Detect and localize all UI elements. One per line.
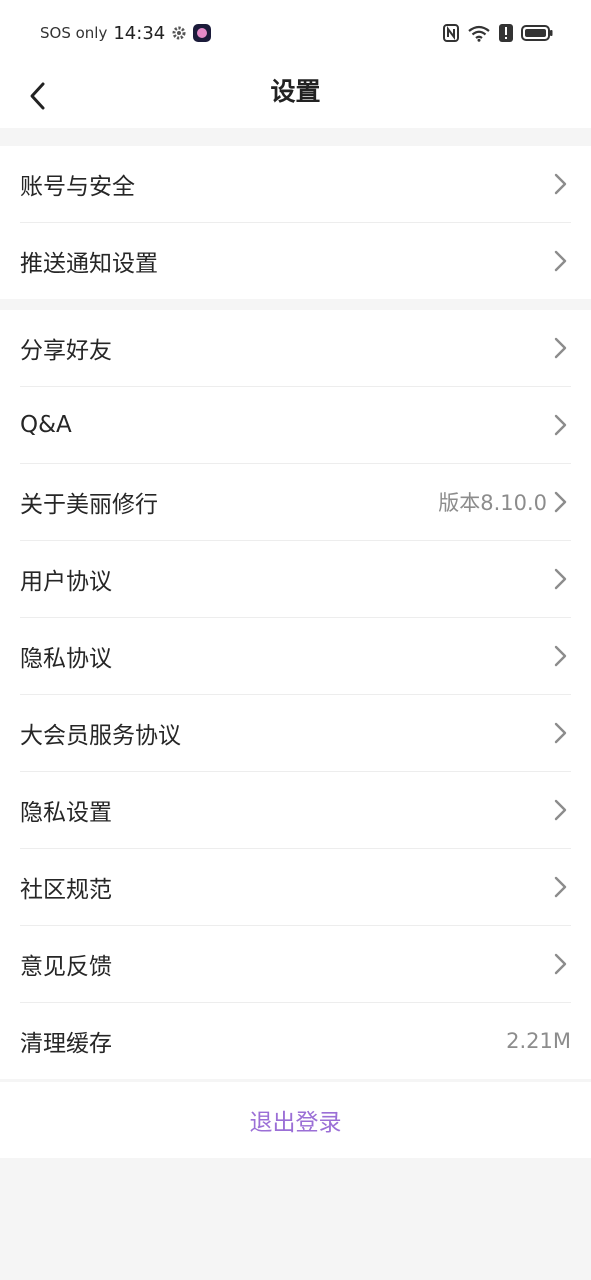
chevron-right-icon xyxy=(554,491,567,513)
settings-item-qa[interactable]: Q&A xyxy=(20,386,571,463)
back-button[interactable] xyxy=(18,76,58,116)
settings-item-push-notifications[interactable]: 推送通知设置 xyxy=(20,222,571,299)
chevron-left-icon xyxy=(30,82,45,110)
chevron-right-icon xyxy=(554,250,567,272)
settings-item-community-guidelines[interactable]: 社区规范 xyxy=(20,848,571,925)
chevron-right-icon xyxy=(554,173,567,195)
chevron-right-icon xyxy=(554,645,567,667)
nfc-icon xyxy=(443,24,459,42)
settings-group-general: 分享好友 Q&A 关于美丽修行 版本8.10.0 用户协议 隐私协议 大会员服务… xyxy=(0,310,591,1079)
settings-item-label: 推送通知设置 xyxy=(20,251,158,277)
alert-icon xyxy=(499,24,513,42)
settings-item-feedback[interactable]: 意见反馈 xyxy=(20,925,571,1002)
settings-item-label: 大会员服务协议 xyxy=(20,723,181,749)
settings-item-membership-agreement[interactable]: 大会员服务协议 xyxy=(20,694,571,771)
chevron-right-icon xyxy=(554,953,567,975)
wifi-icon xyxy=(468,25,490,42)
chevron-right-icon xyxy=(554,568,567,590)
logout-button[interactable]: 退出登录 xyxy=(0,1082,591,1158)
settings-item-about[interactable]: 关于美丽修行 版本8.10.0 xyxy=(20,463,571,540)
carrier-text: SOS only xyxy=(40,24,108,42)
settings-item-label: 关于美丽修行 xyxy=(20,492,158,518)
page-title: 设置 xyxy=(270,77,321,106)
version-value: 版本8.10.0 xyxy=(438,491,547,515)
status-bar: SOS only 14:34 xyxy=(0,0,591,66)
cache-size-value: 2.21M xyxy=(506,1029,571,1053)
header: 设置 xyxy=(0,66,591,128)
settings-item-label: Q&A xyxy=(20,412,72,438)
settings-item-label: 账号与安全 xyxy=(20,174,135,200)
settings-item-share-friends[interactable]: 分享好友 xyxy=(20,310,571,386)
settings-item-label: 意见反馈 xyxy=(20,954,112,980)
gear-icon xyxy=(172,26,186,40)
settings-item-account-security[interactable]: 账号与安全 xyxy=(20,146,571,222)
chevron-right-icon xyxy=(554,799,567,821)
settings-item-privacy-settings[interactable]: 隐私设置 xyxy=(20,771,571,848)
status-right xyxy=(443,22,553,44)
settings-item-privacy-agreement[interactable]: 隐私协议 xyxy=(20,617,571,694)
chevron-right-icon xyxy=(554,876,567,898)
settings-item-clear-cache[interactable]: 清理缓存 2.21M xyxy=(20,1002,571,1079)
app-notification-icon xyxy=(193,24,212,42)
status-left: SOS only 14:34 xyxy=(40,22,212,44)
settings-item-user-agreement[interactable]: 用户协议 xyxy=(20,540,571,617)
chevron-right-icon xyxy=(554,722,567,744)
battery-icon xyxy=(521,25,553,41)
settings-item-label: 隐私协议 xyxy=(20,646,112,672)
logout-label: 退出登录 xyxy=(249,1110,342,1136)
clock: 14:34 xyxy=(113,22,166,44)
chevron-right-icon xyxy=(554,414,567,436)
settings-item-label: 清理缓存 xyxy=(20,1031,112,1057)
settings-item-label: 用户协议 xyxy=(20,569,112,595)
chevron-right-icon xyxy=(554,337,567,359)
settings-item-label: 分享好友 xyxy=(20,338,112,364)
settings-item-label: 社区规范 xyxy=(20,877,112,903)
settings-item-label: 隐私设置 xyxy=(20,800,112,826)
settings-group-account: 账号与安全 推送通知设置 xyxy=(0,146,591,299)
